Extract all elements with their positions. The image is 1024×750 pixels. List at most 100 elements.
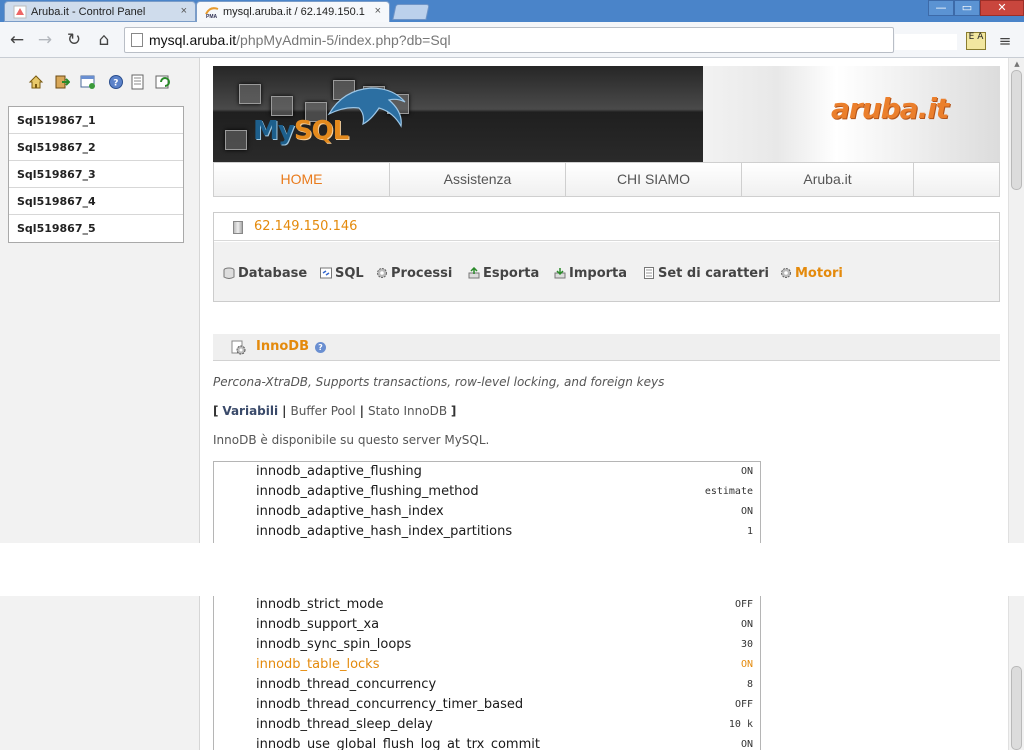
engine-description: Percona-XtraDB, Supports transactions, r… xyxy=(213,375,665,389)
scrollbar-thumb[interactable] xyxy=(1011,70,1022,190)
address-bar[interactable]: mysql.aruba.it/phpMyAdmin-5/index.php?db… xyxy=(124,27,894,53)
help-icon[interactable]: ? xyxy=(108,74,124,90)
tab-set-di-caratteri[interactable]: Set di caratteri xyxy=(643,266,769,281)
subnav-variabili[interactable]: Variabili xyxy=(222,404,278,418)
table-row: innodb_thread_sleep_delay 10 k xyxy=(256,717,753,732)
bracket: [ xyxy=(213,404,219,418)
pma-favicon-icon: PMA xyxy=(205,7,219,19)
decor-square xyxy=(271,96,293,116)
decor-square xyxy=(225,130,247,150)
table-row: innodb_strict_mode OFF xyxy=(256,597,753,612)
tab-close-icon[interactable]: × xyxy=(181,5,187,17)
database-link[interactable]: Sql519867_4 xyxy=(9,188,183,215)
top-menu: HOME Assistenza CHI SIAMO Aruba.it xyxy=(213,162,1000,197)
browser-tab-title: mysql.aruba.it / 62.149.150.1 xyxy=(223,6,365,18)
charset-icon xyxy=(644,267,654,279)
window-close-button[interactable]: ✕ xyxy=(980,0,1024,16)
scroll-up-icon[interactable]: ▲ xyxy=(1012,60,1022,68)
database-link[interactable]: Sql519867_1 xyxy=(9,107,183,134)
sql-icon xyxy=(320,267,332,279)
table-row: innodb_thread_concurrency_timer_based OFF xyxy=(256,697,753,712)
aruba-favicon-icon xyxy=(13,5,27,19)
tab-esporta[interactable]: Esporta xyxy=(468,266,539,281)
engine-header: InnoDB ? xyxy=(213,334,1000,361)
decor-square xyxy=(239,84,261,104)
home-icon[interactable] xyxy=(28,74,44,90)
page-icon xyxy=(131,33,143,47)
table-row: innodb_adaptive_hash_index ON xyxy=(256,504,753,519)
browser-tab-phpmyadmin[interactable]: PMA mysql.aruba.it / 62.149.150.1 × xyxy=(196,1,390,22)
forward-arrow-icon[interactable]: → xyxy=(34,30,56,50)
bracket: ] xyxy=(450,404,457,418)
tab-importa[interactable]: Importa xyxy=(554,266,627,281)
database-link[interactable]: Sql519867_2 xyxy=(9,134,183,161)
engine-name: InnoDB xyxy=(256,339,309,354)
content-scrollbar[interactable]: ▲ xyxy=(1008,58,1024,750)
extension-icon[interactable]: E A xyxy=(966,32,986,50)
aruba-logo[interactable]: aruba.it xyxy=(831,92,949,125)
new-tab-button[interactable] xyxy=(392,4,430,20)
header-banner: MySQL aruba.it xyxy=(213,66,1000,162)
minimize-button[interactable]: — xyxy=(928,0,954,16)
server-tabs: Database SQL Processi Esporta Importa Se… xyxy=(214,242,999,301)
maximize-button[interactable]: ▭ xyxy=(954,0,980,16)
menu-aruba[interactable]: Aruba.it xyxy=(742,163,914,196)
menu-home[interactable]: HOME xyxy=(214,163,390,196)
database-icon xyxy=(223,267,235,279)
exit-icon[interactable] xyxy=(54,74,70,90)
extension-area xyxy=(895,34,957,50)
wrench-menu-icon[interactable]: ≡ xyxy=(996,32,1014,50)
subnav-buffer-pool[interactable]: Buffer Pool xyxy=(291,404,356,418)
menu-assistenza[interactable]: Assistenza xyxy=(390,163,566,196)
tab-motori[interactable]: Motori xyxy=(780,266,843,281)
scrollbar-thumb-lower[interactable] xyxy=(1011,666,1022,750)
docs-icon[interactable] xyxy=(130,74,146,90)
table-row: innodb_support_xa ON xyxy=(256,617,753,632)
server-breadcrumb: 62.149.150.146 xyxy=(214,213,999,241)
query-window-icon[interactable] xyxy=(80,74,96,90)
table-row: innodb_adaptive_flushing_method estimate xyxy=(256,484,753,499)
tab-close-icon[interactable]: × xyxy=(375,5,381,17)
back-arrow-icon[interactable]: ← xyxy=(6,30,28,50)
browser-tab-aruba-control-panel[interactable]: Aruba.it - Control Panel × xyxy=(4,1,196,22)
tab-processi[interactable]: Processi xyxy=(376,266,452,281)
engine-icon xyxy=(231,340,246,355)
separator: | xyxy=(359,404,364,418)
server-ip-link[interactable]: 62.149.150.146 xyxy=(254,219,357,234)
table-row: innodb_adaptive_hash_index_partitions 1 xyxy=(256,524,753,539)
browser-toolbar: ← → ↻ ⌂ mysql.aruba.it/phpMyAdmin-5/inde… xyxy=(0,22,1024,58)
availability-text: InnoDB è disponibile su questo server My… xyxy=(213,433,490,447)
tab-sql[interactable]: SQL xyxy=(320,266,364,281)
mysql-logo: MySQL xyxy=(253,116,349,146)
database-link[interactable]: Sql519867_3 xyxy=(9,161,183,188)
server-icon xyxy=(233,221,243,234)
home-icon[interactable]: ⌂ xyxy=(93,30,115,50)
capture-gap xyxy=(0,543,1024,596)
url-text: mysql.aruba.it/phpMyAdmin-5/index.php?db… xyxy=(149,32,451,48)
table-row: innodb_adaptive_flushing ON xyxy=(256,464,753,479)
engine-gear-icon xyxy=(781,268,791,278)
import-icon xyxy=(554,268,566,279)
variables-table: innodb_adaptive_flushing ON innodb_adapti… xyxy=(213,461,761,750)
separator: | xyxy=(282,404,287,418)
svg-text:?: ? xyxy=(113,79,118,89)
table-row: innodb_thread_concurrency 8 xyxy=(256,677,753,692)
content-frame: MySQL aruba.it HOME Assistenza CHI SIAMO… xyxy=(201,58,1008,750)
export-icon xyxy=(468,267,480,279)
engine-subnav: [ Variabili | Buffer Pool | Stato InnoDB ] xyxy=(213,404,456,418)
aruba-banner: aruba.it xyxy=(703,66,1000,162)
menu-chi-siamo[interactable]: CHI SIAMO xyxy=(566,163,742,196)
database-list: Sql519867_1 Sql519867_2 Sql519867_3 Sql5… xyxy=(8,106,184,243)
reload-navigation-icon[interactable] xyxy=(155,74,171,90)
table-row: innodb_sync_spin_loops 30 xyxy=(256,637,753,652)
table-row-highlighted: innodb_table_locks ON xyxy=(256,657,753,672)
reload-icon[interactable]: ↻ xyxy=(63,30,85,50)
gear-icon xyxy=(377,268,387,278)
table-row: innodb_use_global_flush_log_at_trx_commi… xyxy=(256,737,753,750)
help-icon[interactable]: ? xyxy=(315,342,326,353)
browser-tab-title: Aruba.it - Control Panel xyxy=(31,6,146,18)
subnav-stato-innodb[interactable]: Stato InnoDB xyxy=(368,404,447,418)
browser-tab-strip: Aruba.it - Control Panel × PMA mysql.aru… xyxy=(0,0,1024,22)
database-link[interactable]: Sql519867_5 xyxy=(9,215,183,242)
tab-database[interactable]: Database xyxy=(223,266,307,281)
